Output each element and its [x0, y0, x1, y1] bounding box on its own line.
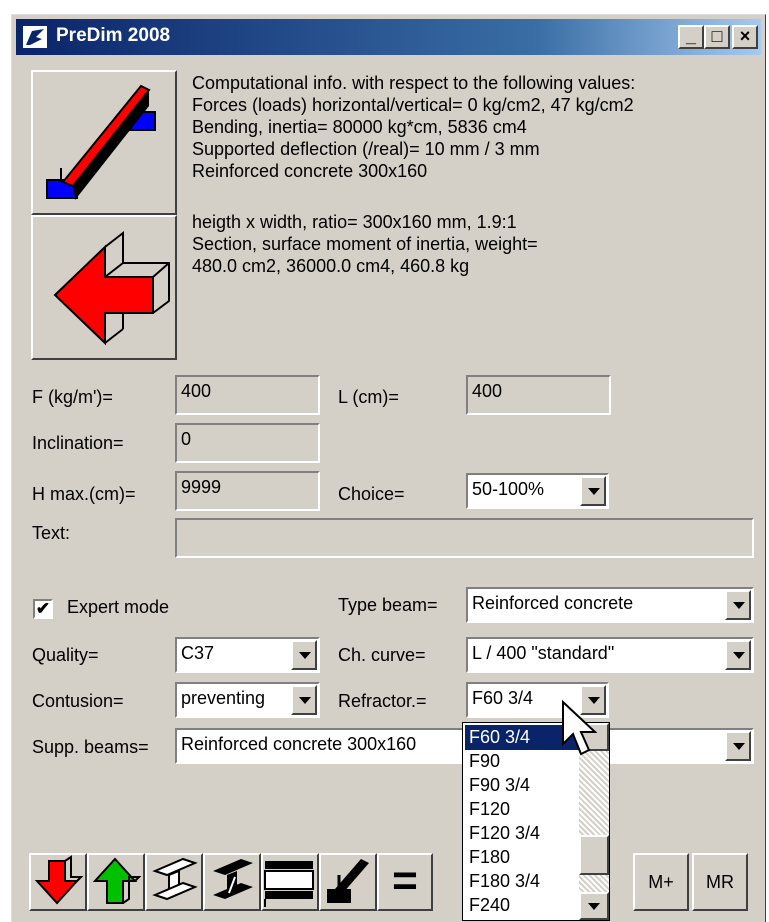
type-beam-label: Type beam= [338, 595, 438, 615]
scroll-down-button[interactable] [579, 892, 609, 920]
load-up-button[interactable] [87, 853, 145, 911]
chevron-down-icon[interactable] [291, 640, 317, 670]
quality-value: C37 [181, 643, 215, 663]
choice-combo[interactable]: 50-100% [466, 473, 609, 509]
chevron-down-icon[interactable] [725, 640, 751, 670]
ch-curve-label: Ch. curve= [338, 645, 426, 665]
column-icon [327, 859, 369, 903]
arrow-down-icon [34, 855, 84, 905]
dropdown-option[interactable]: F240 [465, 893, 580, 918]
load-down-button[interactable] [29, 853, 87, 911]
ch-curve-combo[interactable]: L / 400 "standard" [466, 637, 754, 673]
info-line-2: Forces (loads) horizontal/vertical= 0 kg… [192, 95, 634, 115]
column-button[interactable] [319, 853, 377, 911]
beam-view-button[interactable] [31, 70, 177, 215]
equals-button[interactable]: = [377, 853, 433, 911]
supp-beams-value: Reinforced concrete 300x160 [181, 734, 417, 754]
cursor-icon [562, 700, 597, 756]
info-line-3: Bending, inertia= 80000 kg*cm, 5836 cm4 [192, 117, 527, 137]
maximize-button[interactable]: □ [704, 25, 730, 49]
info-line-5: Reinforced concrete 300x160 [192, 161, 428, 181]
dropdown-option[interactable]: F180 [465, 845, 580, 870]
hmax-field[interactable]: 9999 [175, 471, 320, 511]
text-label: Text: [32, 523, 71, 543]
equals-label: = [392, 856, 418, 905]
refractor-label: Refractor.= [338, 691, 427, 711]
dropdown-option[interactable]: F120 3/4 [465, 821, 580, 846]
f-label: F (kg/m')= [32, 387, 113, 407]
minimize-button[interactable]: _ [678, 25, 704, 49]
close-button[interactable]: × [732, 25, 758, 49]
predim-window: PreDim 2008 _ □ × Computational info. wi… [11, 14, 766, 922]
dropdown-option[interactable]: F180 3/4 [465, 869, 580, 894]
chevron-down-icon[interactable] [291, 685, 317, 715]
back-button[interactable] [31, 215, 177, 360]
title-bar[interactable]: PreDim 2008 _ □ × [16, 19, 761, 55]
refractor-value: F60 3/4 [472, 688, 534, 708]
arrow-left-icon [53, 230, 170, 346]
scroll-thumb[interactable] [579, 835, 609, 875]
dropdown-option[interactable]: F120 [465, 797, 580, 822]
hmax-label: H max.(cm)= [32, 484, 136, 504]
dropdown-option[interactable]: F90 3/4 [465, 773, 580, 798]
m-plus-button[interactable]: M+ [633, 853, 689, 911]
type-beam-combo[interactable]: Reinforced concrete [466, 587, 754, 623]
supp-beams-label: Supp. beams= [32, 737, 149, 757]
beam-icon [46, 84, 156, 200]
i-beam-button[interactable] [145, 853, 203, 911]
chevron-down-icon[interactable] [725, 731, 751, 761]
info-line-4: Supported deflection (/real)= 10 mm / 3 … [192, 139, 540, 159]
inclination-field[interactable]: 0 [175, 423, 320, 463]
info-line-1: Computational info. with respect to the … [192, 73, 636, 93]
info-line-8: 480.0 cm2, 36000.0 cm4, 460.8 kg [192, 256, 470, 276]
section-icon [264, 861, 314, 907]
info-line-6: heigth x width, ratio= 300x160 mm, 1.9:1 [192, 212, 517, 232]
contusion-value: preventing [181, 688, 266, 708]
ch-curve-value: L / 400 "standard" [472, 643, 615, 663]
expert-mode-checkbox[interactable]: ✔ [33, 599, 53, 619]
quality-combo[interactable]: C37 [175, 637, 320, 673]
text-field[interactable] [175, 518, 754, 558]
l-field[interactable]: 400 [466, 375, 611, 415]
window-title: PreDim 2008 [56, 25, 171, 46]
section-button[interactable] [261, 853, 319, 911]
expert-mode-label: Expert mode [67, 597, 170, 617]
quality-label: Quality= [32, 645, 99, 665]
type-beam-value: Reinforced concrete [472, 593, 634, 613]
inclination-label: Inclination= [32, 433, 124, 453]
app-icon [23, 26, 47, 48]
choice-value: 50-100% [472, 479, 545, 499]
f-field[interactable]: 400 [175, 375, 320, 415]
steel-beam-button[interactable] [203, 853, 261, 911]
mr-button[interactable]: MR [692, 853, 748, 911]
info-line-7: Section, surface moment of inertia, weig… [192, 234, 538, 254]
chevron-down-icon[interactable] [725, 590, 751, 620]
chevron-down-icon[interactable] [580, 476, 606, 506]
choice-label: Choice= [338, 484, 405, 504]
i-beam-icon [152, 857, 198, 901]
contusion-combo[interactable]: preventing [175, 682, 320, 718]
l-label: L (cm)= [338, 387, 399, 407]
arrow-up-icon [92, 857, 142, 904]
chevron-down-icon [588, 903, 600, 910]
steel-beam-icon [213, 859, 253, 899]
contusion-label: Contusion= [32, 691, 124, 711]
